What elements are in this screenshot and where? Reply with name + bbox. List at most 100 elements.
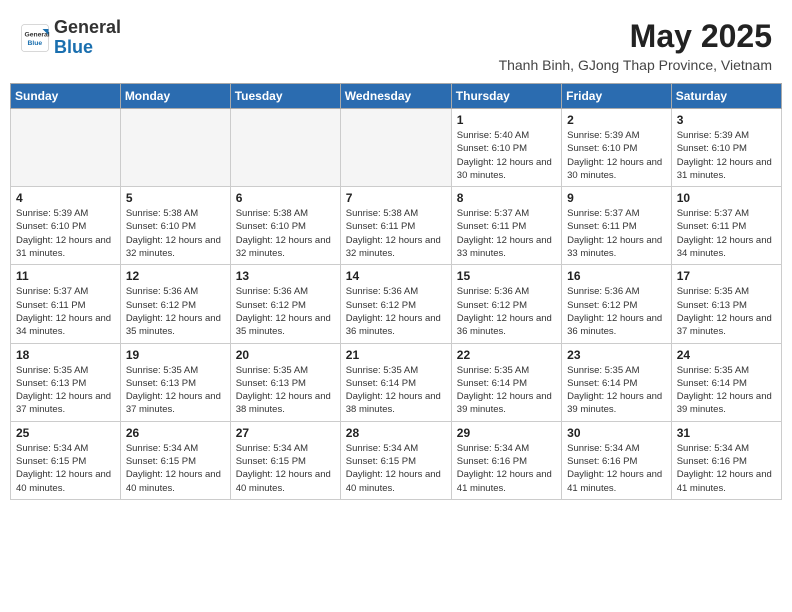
calendar-day-cell: 25Sunrise: 5:34 AM Sunset: 6:15 PM Dayli… <box>11 421 121 499</box>
day-info: Sunrise: 5:34 AM Sunset: 6:15 PM Dayligh… <box>346 442 446 495</box>
calendar-week-row: 1Sunrise: 5:40 AM Sunset: 6:10 PM Daylig… <box>11 109 782 187</box>
logo-blue-text: Blue <box>54 37 93 57</box>
calendar-day-cell: 2 Sunrise: 5:39 AM Sunset: 6:10 PM Daylig… <box>562 109 672 187</box>
calendar-day-cell: 11 Sunrise: 5:37 AM Sunset: 6:11 PM Dayli… <box>11 265 121 343</box>
day-info: Sunrise: 5:36 AM Sunset: 6:12 PM Dayligh… <box>236 285 335 338</box>
day-number: 14 <box>346 269 446 283</box>
day-info: Sunrise: 5:36 AM Sunset: 6:12 PM Dayligh… <box>346 285 446 338</box>
calendar-day-cell: 28Sunrise: 5:34 AM Sunset: 6:15 PM Dayli… <box>340 421 451 499</box>
day-info: Sunrise: 5:39 AM Sunset: 6:10 PM Dayligh… <box>16 207 115 260</box>
day-info: Sunrise: 5:38 AM Sunset: 6:11 PM Dayligh… <box>346 207 446 260</box>
day-number: 5 <box>126 191 225 205</box>
day-info: Sunrise: 5:35 AM Sunset: 6:14 PM Dayligh… <box>346 364 446 417</box>
day-info: Sunrise: 5:34 AM Sunset: 6:16 PM Dayligh… <box>677 442 776 495</box>
calendar-day-cell: 15 Sunrise: 5:36 AM Sunset: 6:12 PM Dayli… <box>451 265 561 343</box>
calendar-day-cell: 21 Sunrise: 5:35 AM Sunset: 6:14 PM Dayli… <box>340 343 451 421</box>
day-number: 8 <box>457 191 556 205</box>
calendar-day-cell: 18 Sunrise: 5:35 AM Sunset: 6:13 PM Dayli… <box>11 343 121 421</box>
day-info: Sunrise: 5:35 AM Sunset: 6:13 PM Dayligh… <box>126 364 225 417</box>
day-info: Sunrise: 5:37 AM Sunset: 6:11 PM Dayligh… <box>16 285 115 338</box>
calendar-header-saturday: Saturday <box>671 84 781 109</box>
calendar-day-cell: 13Sunrise: 5:36 AM Sunset: 6:12 PM Dayli… <box>230 265 340 343</box>
day-info: Sunrise: 5:38 AM Sunset: 6:10 PM Dayligh… <box>236 207 335 260</box>
day-info: Sunrise: 5:36 AM Sunset: 6:12 PM Dayligh… <box>126 285 225 338</box>
day-number: 20 <box>236 348 335 362</box>
svg-text:General: General <box>25 31 50 38</box>
day-number: 7 <box>346 191 446 205</box>
calendar-day-cell: 12 Sunrise: 5:36 AM Sunset: 6:12 PM Dayli… <box>120 265 230 343</box>
calendar-day-cell: 26Sunrise: 5:34 AM Sunset: 6:15 PM Dayli… <box>120 421 230 499</box>
month-year-title: May 2025 <box>499 18 772 55</box>
day-info: Sunrise: 5:35 AM Sunset: 6:13 PM Dayligh… <box>677 285 776 338</box>
day-number: 9 <box>567 191 666 205</box>
day-number: 16 <box>567 269 666 283</box>
day-info: Sunrise: 5:36 AM Sunset: 6:12 PM Dayligh… <box>457 285 556 338</box>
day-info: Sunrise: 5:38 AM Sunset: 6:10 PM Dayligh… <box>126 207 225 260</box>
day-info: Sunrise: 5:34 AM Sunset: 6:15 PM Dayligh… <box>236 442 335 495</box>
calendar-day-cell: 16 Sunrise: 5:36 AM Sunset: 6:12 PM Dayli… <box>562 265 672 343</box>
day-number: 30 <box>567 426 666 440</box>
calendar-header-sunday: Sunday <box>11 84 121 109</box>
calendar-day-cell: 3 Sunrise: 5:39 AM Sunset: 6:10 PM Daylig… <box>671 109 781 187</box>
day-number: 18 <box>16 348 115 362</box>
day-number: 31 <box>677 426 776 440</box>
svg-text:Blue: Blue <box>28 40 43 47</box>
calendar-header-tuesday: Tuesday <box>230 84 340 109</box>
calendar-day-cell: 20 Sunrise: 5:35 AM Sunset: 6:13 PM Dayli… <box>230 343 340 421</box>
title-section: May 2025 Thanh Binh, GJong Thap Province… <box>499 18 772 73</box>
day-info: Sunrise: 5:35 AM Sunset: 6:13 PM Dayligh… <box>236 364 335 417</box>
day-info: Sunrise: 5:37 AM Sunset: 6:11 PM Dayligh… <box>677 207 776 260</box>
calendar-week-row: 25Sunrise: 5:34 AM Sunset: 6:15 PM Dayli… <box>11 421 782 499</box>
day-info: Sunrise: 5:36 AM Sunset: 6:12 PM Dayligh… <box>567 285 666 338</box>
day-info: Sunrise: 5:37 AM Sunset: 6:11 PM Dayligh… <box>567 207 666 260</box>
calendar-week-row: 18 Sunrise: 5:35 AM Sunset: 6:13 PM Dayli… <box>11 343 782 421</box>
day-number: 17 <box>677 269 776 283</box>
day-number: 26 <box>126 426 225 440</box>
calendar-day-cell: 7 Sunrise: 5:38 AM Sunset: 6:11 PM Daylig… <box>340 187 451 265</box>
day-info: Sunrise: 5:35 AM Sunset: 6:14 PM Dayligh… <box>457 364 556 417</box>
location-subtitle: Thanh Binh, GJong Thap Province, Vietnam <box>499 57 772 73</box>
calendar-day-cell: 4 Sunrise: 5:39 AM Sunset: 6:10 PM Daylig… <box>11 187 121 265</box>
day-number: 11 <box>16 269 115 283</box>
day-number: 6 <box>236 191 335 205</box>
day-info: Sunrise: 5:39 AM Sunset: 6:10 PM Dayligh… <box>677 129 776 182</box>
day-number: 29 <box>457 426 556 440</box>
calendar-day-cell: 29Sunrise: 5:34 AM Sunset: 6:16 PM Dayli… <box>451 421 561 499</box>
calendar-day-cell: 6 Sunrise: 5:38 AM Sunset: 6:10 PM Daylig… <box>230 187 340 265</box>
calendar-day-cell: 9 Sunrise: 5:37 AM Sunset: 6:11 PM Daylig… <box>562 187 672 265</box>
calendar-week-row: 11 Sunrise: 5:37 AM Sunset: 6:11 PM Dayli… <box>11 265 782 343</box>
calendar-week-row: 4 Sunrise: 5:39 AM Sunset: 6:10 PM Daylig… <box>11 187 782 265</box>
day-number: 3 <box>677 113 776 127</box>
day-info: Sunrise: 5:35 AM Sunset: 6:13 PM Dayligh… <box>16 364 115 417</box>
calendar-header-friday: Friday <box>562 84 672 109</box>
day-info: Sunrise: 5:34 AM Sunset: 6:16 PM Dayligh… <box>567 442 666 495</box>
day-info: Sunrise: 5:39 AM Sunset: 6:10 PM Dayligh… <box>567 129 666 182</box>
day-info: Sunrise: 5:35 AM Sunset: 6:14 PM Dayligh… <box>567 364 666 417</box>
calendar-header-thursday: Thursday <box>451 84 561 109</box>
day-number: 23 <box>567 348 666 362</box>
day-number: 4 <box>16 191 115 205</box>
day-number: 22 <box>457 348 556 362</box>
day-number: 12 <box>126 269 225 283</box>
day-info: Sunrise: 5:37 AM Sunset: 6:11 PM Dayligh… <box>457 207 556 260</box>
calendar-day-cell: 23 Sunrise: 5:35 AM Sunset: 6:14 PM Dayli… <box>562 343 672 421</box>
calendar-day-cell: 5 Sunrise: 5:38 AM Sunset: 6:10 PM Daylig… <box>120 187 230 265</box>
day-number: 1 <box>457 113 556 127</box>
day-number: 15 <box>457 269 556 283</box>
day-number: 24 <box>677 348 776 362</box>
day-number: 10 <box>677 191 776 205</box>
calendar-day-cell: 14 Sunrise: 5:36 AM Sunset: 6:12 PM Dayli… <box>340 265 451 343</box>
calendar-day-cell: 19 Sunrise: 5:35 AM Sunset: 6:13 PM Dayli… <box>120 343 230 421</box>
day-info: Sunrise: 5:35 AM Sunset: 6:14 PM Dayligh… <box>677 364 776 417</box>
calendar-day-cell: 17 Sunrise: 5:35 AM Sunset: 6:13 PM Dayli… <box>671 265 781 343</box>
calendar-header-wednesday: Wednesday <box>340 84 451 109</box>
day-number: 21 <box>346 348 446 362</box>
page-header: General Blue General Blue May 2025 Thanh… <box>10 10 782 77</box>
calendar-header-monday: Monday <box>120 84 230 109</box>
calendar-day-cell: 1Sunrise: 5:40 AM Sunset: 6:10 PM Daylig… <box>451 109 561 187</box>
day-number: 19 <box>126 348 225 362</box>
day-number: 2 <box>567 113 666 127</box>
calendar-table: SundayMondayTuesdayWednesdayThursdayFrid… <box>10 83 782 500</box>
day-info: Sunrise: 5:34 AM Sunset: 6:15 PM Dayligh… <box>16 442 115 495</box>
calendar-day-cell <box>120 109 230 187</box>
